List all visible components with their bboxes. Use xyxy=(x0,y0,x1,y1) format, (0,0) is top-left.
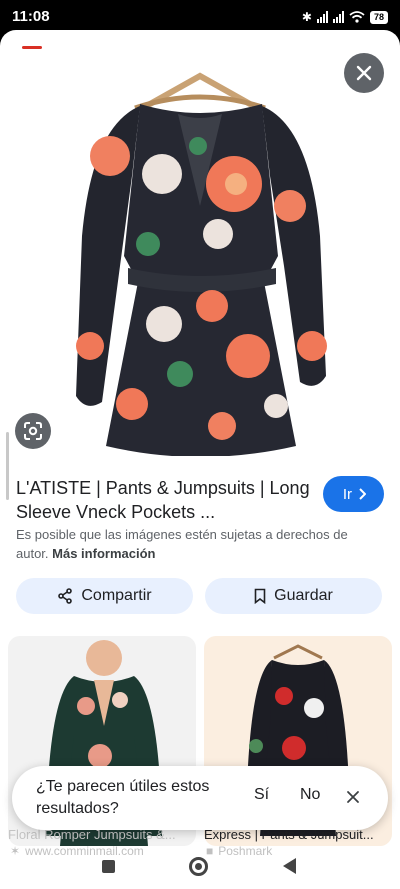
close-button[interactable] xyxy=(344,53,384,93)
feedback-no-button[interactable]: No xyxy=(300,786,320,804)
back-button[interactable] xyxy=(283,858,296,874)
visit-label: Ir xyxy=(342,485,352,503)
signal-icon-2 xyxy=(332,11,344,23)
dismiss-icon[interactable] xyxy=(344,788,362,806)
feedback-question: ¿Te parecen útiles estos resultados? xyxy=(36,778,210,817)
wifi-icon xyxy=(349,11,365,23)
battery-icon: 78 xyxy=(369,10,388,24)
save-label: Guardar xyxy=(274,587,333,604)
result-title[interactable]: L'ATISTE | Pants & Jumpsuits | Long Slee… xyxy=(16,476,312,524)
image-result-sheet: L'ATISTE | Pants & Jumpsuits | Long Slee… xyxy=(0,30,400,889)
share-button[interactable]: Compartir xyxy=(16,578,193,614)
status-icons: ✱ 78 xyxy=(302,9,388,25)
lens-icon xyxy=(24,422,42,440)
lens-search-button[interactable] xyxy=(15,413,51,449)
copyright-notice: Es posible que las imágenes estén sujeta… xyxy=(16,525,376,563)
feedback-yes-button[interactable]: Sí xyxy=(254,786,269,804)
status-time: 11:08 xyxy=(12,8,50,25)
system-navigation-bar xyxy=(0,846,400,889)
share-label: Compartir xyxy=(81,587,152,604)
signal-icon xyxy=(316,11,328,23)
share-icon xyxy=(58,588,73,604)
bluetooth-icon: ✱ xyxy=(301,10,312,24)
scroll-indicator xyxy=(6,432,9,500)
visit-button[interactable]: Ir xyxy=(322,476,384,512)
more-info-link[interactable]: Más información xyxy=(52,546,155,561)
feedback-prompt: ¿Te parecen útiles estos resultados? Sí … xyxy=(12,766,388,830)
google-mark xyxy=(22,46,42,49)
recents-button[interactable] xyxy=(102,860,115,873)
dress-image[interactable] xyxy=(40,56,360,456)
home-button[interactable] xyxy=(189,857,208,876)
chevron-right-icon xyxy=(359,488,366,500)
bookmark-icon xyxy=(254,588,266,604)
status-bar: 11:08 ✱ 78 xyxy=(0,0,400,32)
close-icon xyxy=(356,65,372,81)
save-button[interactable]: Guardar xyxy=(205,578,382,614)
